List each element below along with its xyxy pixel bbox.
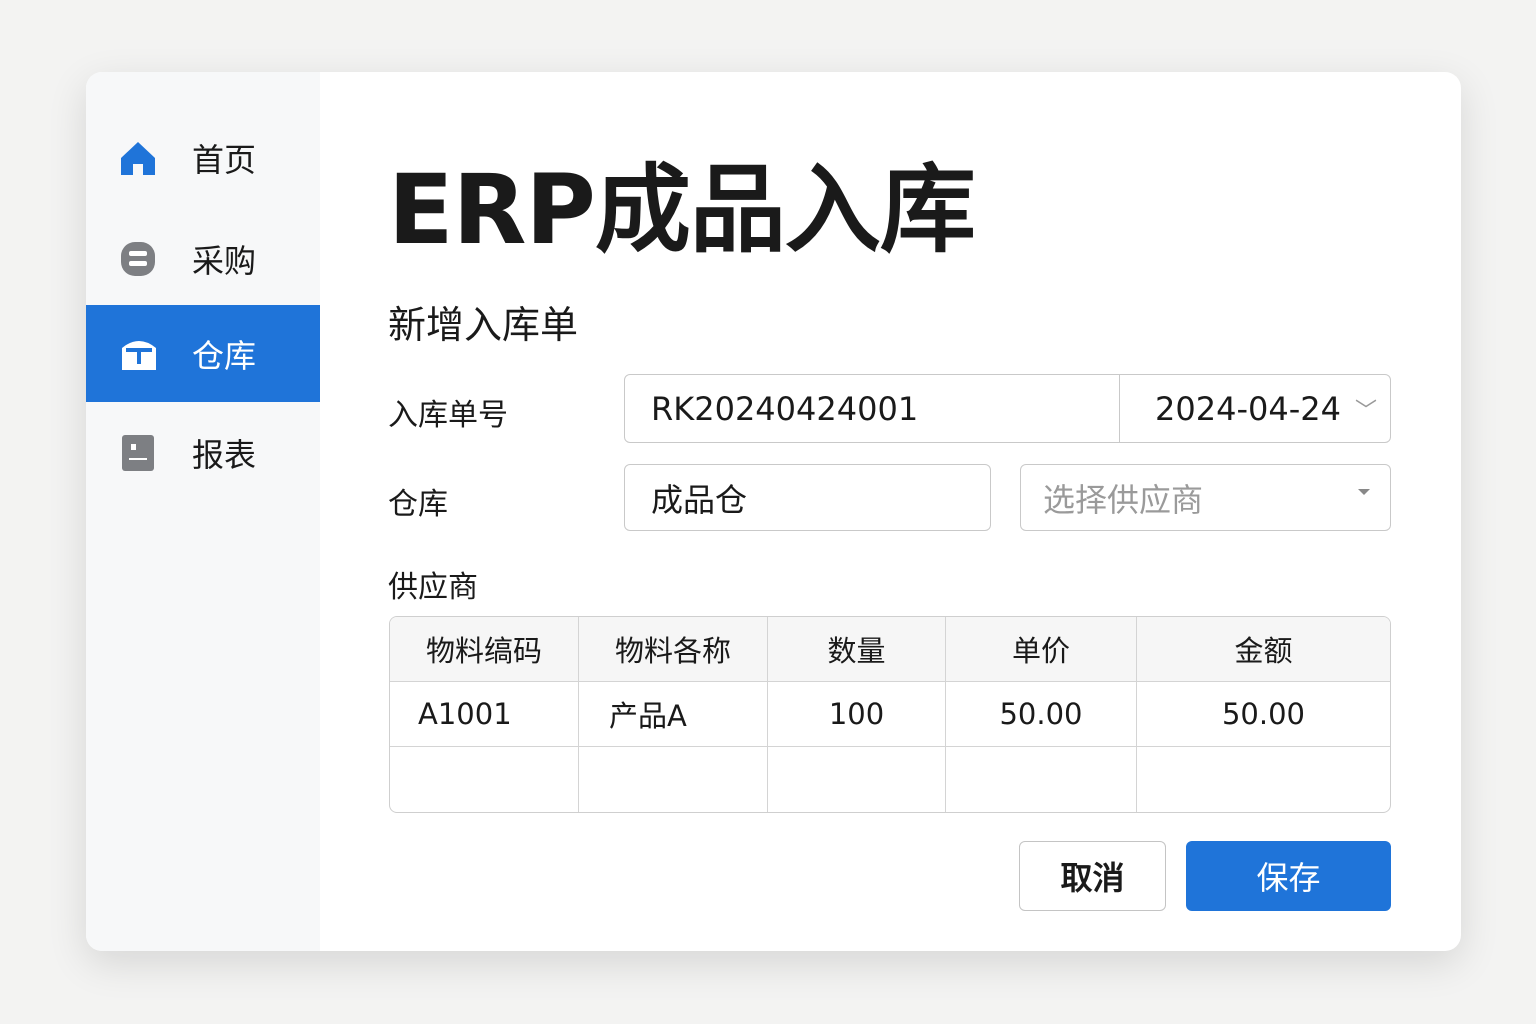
chevron-down-icon: ﹀ <box>1354 398 1377 424</box>
sidebar-item-label: 采购 <box>192 241 257 280</box>
col-header: 单价 <box>946 617 1137 682</box>
cell[interactable]: 产品A <box>579 682 768 747</box>
items-table: 物料缟码 物料各称 数量 单价 金额 A1001 产品A 100 50.00 5… <box>389 616 1391 813</box>
col-header: 数量 <box>768 617 946 682</box>
report-icon <box>120 434 156 471</box>
supplier-placeholder: 选择供应商 <box>1043 480 1204 519</box>
supplier-select[interactable]: 选择供应商 <box>1020 464 1391 531</box>
form-window: 首页 采购 仓库 报表 ERP成品入库 新增入库单 入库单号 RK2024042… <box>86 72 1461 951</box>
cell[interactable]: 50.00 <box>1137 682 1390 747</box>
save-button[interactable]: 保存 <box>1186 841 1391 911</box>
cell[interactable] <box>946 747 1137 812</box>
date-picker[interactable]: 2024-04-24 ﹀ <box>1120 375 1390 442</box>
warehouse-label: 仓库 <box>388 487 448 522</box>
supplier-label: 供应商 <box>388 570 478 605</box>
sidebar-item-home[interactable]: 首页 <box>86 109 320 206</box>
table-row[interactable]: A1001 产品A 100 50.00 50.00 <box>390 682 1390 747</box>
cell[interactable]: 50.00 <box>946 682 1137 747</box>
cell[interactable] <box>579 747 768 812</box>
home-icon <box>120 140 156 176</box>
caret-down-icon <box>1358 489 1370 495</box>
cell[interactable]: 100 <box>768 682 946 747</box>
sidebar-item-label: 仓库 <box>192 336 257 375</box>
sidebar: 首页 采购 仓库 报表 <box>86 72 320 951</box>
col-header: 金额 <box>1137 617 1390 682</box>
page-title: ERP成品入库 <box>388 154 976 266</box>
purchase-icon <box>120 241 156 277</box>
sidebar-item-label: 报表 <box>192 435 257 474</box>
sidebar-item-reports[interactable]: 报表 <box>86 404 320 501</box>
col-header: 物料各称 <box>579 617 768 682</box>
sidebar-item-label: 首页 <box>192 140 257 179</box>
table-header-row: 物料缟码 物料各称 数量 单价 金额 <box>390 617 1390 682</box>
order-no-input[interactable]: RK20240424001 <box>625 375 1120 442</box>
table-row[interactable] <box>390 747 1390 812</box>
section-title: 新增入库单 <box>388 303 579 347</box>
order-no-label: 入库单号 <box>388 398 508 433</box>
cell[interactable]: A1001 <box>390 682 579 747</box>
date-value: 2024-04-24 <box>1155 389 1341 428</box>
order-no-group: RK20240424001 2024-04-24 ﹀ <box>624 374 1391 443</box>
sidebar-item-warehouse[interactable]: 仓库 <box>86 305 320 402</box>
warehouse-input[interactable]: 成品仓 <box>624 464 991 531</box>
cell[interactable] <box>1137 747 1390 812</box>
warehouse-icon <box>120 336 156 372</box>
cell[interactable] <box>390 747 579 812</box>
col-header: 物料缟码 <box>390 617 579 682</box>
sidebar-item-purchase[interactable]: 采购 <box>86 210 320 307</box>
cancel-button[interactable]: 取消 <box>1019 841 1166 911</box>
cell[interactable] <box>768 747 946 812</box>
